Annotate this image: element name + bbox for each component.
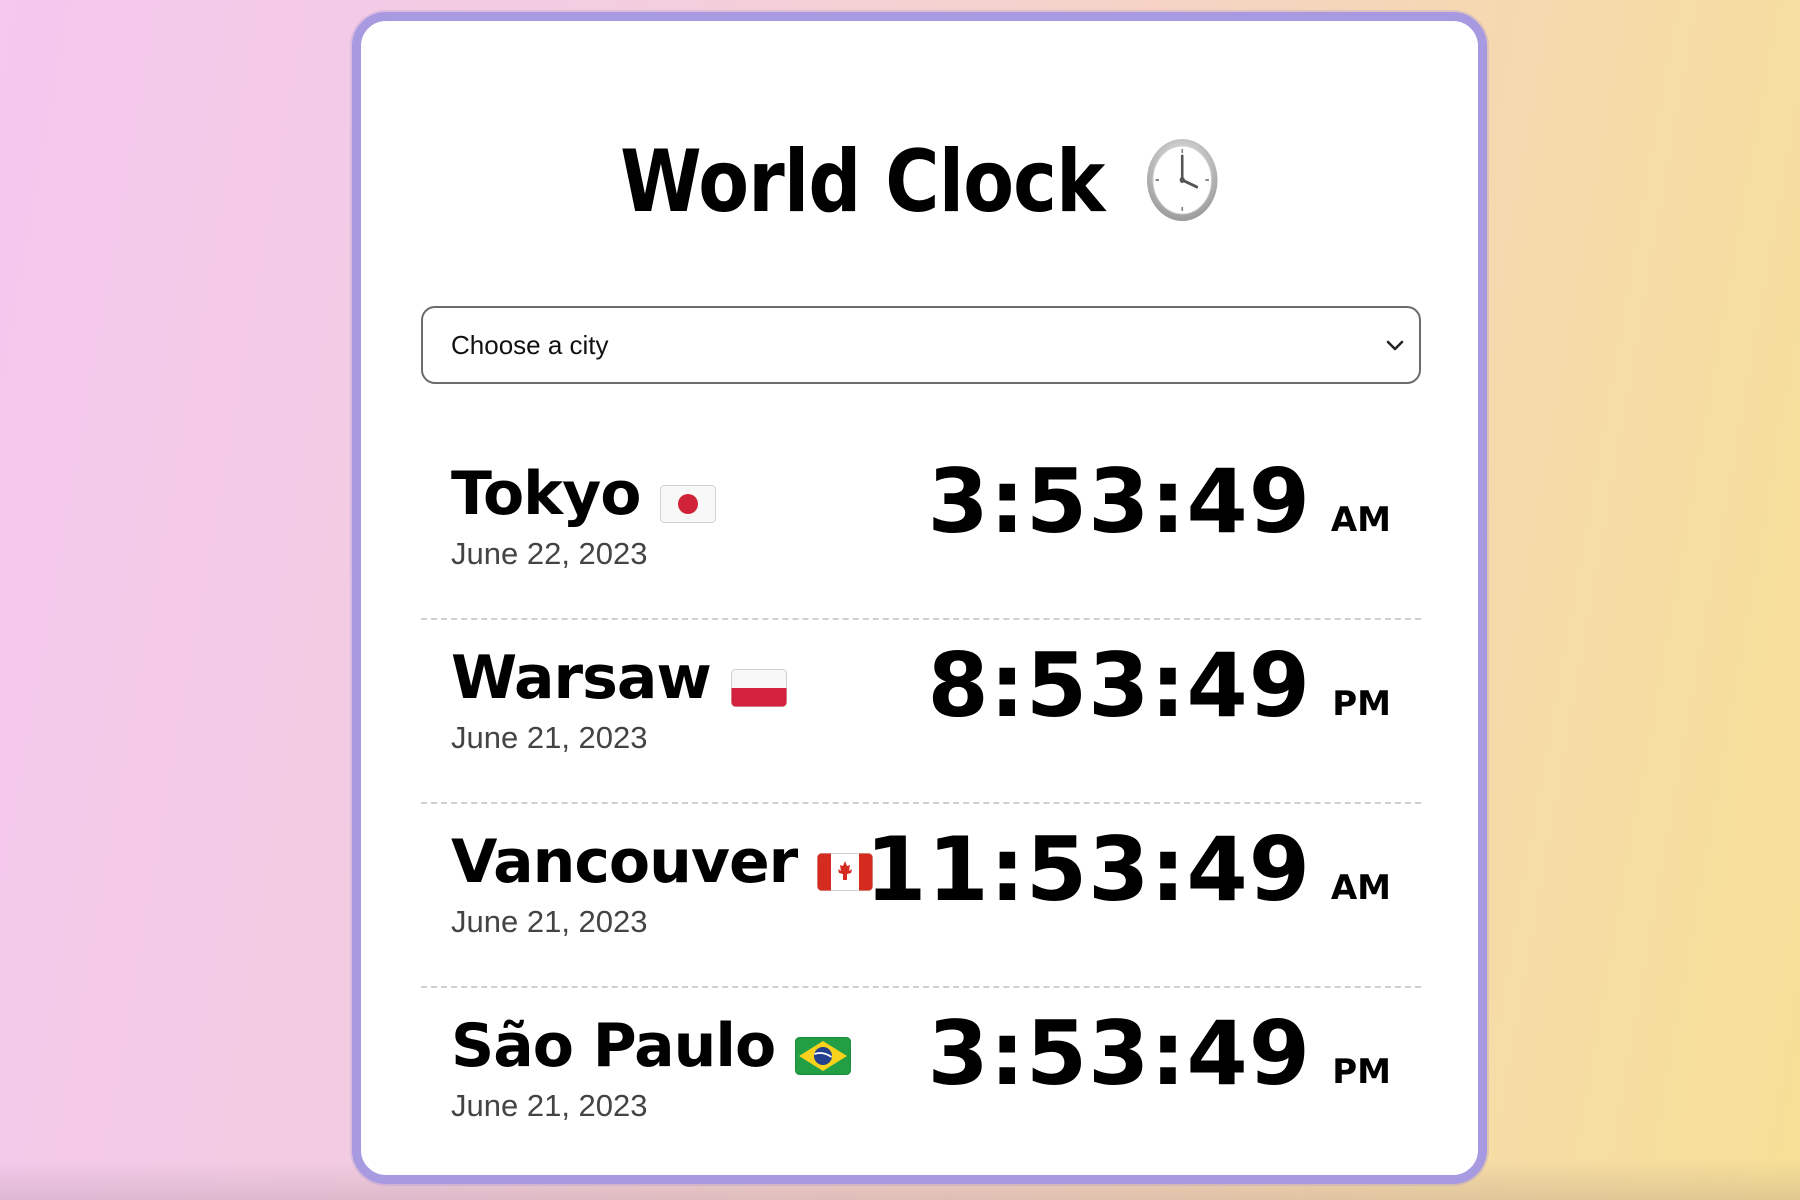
city-row-sao-paulo: São Paulo June 21, 2023 3:53:49 PM xyxy=(421,988,1421,1172)
city-time: 11:53:49 xyxy=(865,818,1311,921)
city-date: June 21, 2023 xyxy=(451,720,648,755)
clock-icon xyxy=(1145,137,1219,223)
city-date: June 21, 2023 xyxy=(451,1088,648,1123)
city-name-text: Warsaw xyxy=(451,643,712,713)
city-name: São Paulo xyxy=(451,1011,852,1081)
title-text: World Clock xyxy=(620,132,1105,232)
world-clock-card: World Clock Choose a city Tokyo June 22,… xyxy=(352,12,1487,1184)
city-select[interactable]: Choose a city xyxy=(421,306,1421,384)
city-name: Warsaw xyxy=(451,648,787,708)
chevron-down-icon xyxy=(1385,338,1405,352)
page-title: World Clock xyxy=(439,137,1400,231)
city-select-label: Choose a city xyxy=(451,329,609,360)
city-name: Tokyo xyxy=(451,459,717,529)
city-ampm: PM xyxy=(1332,1052,1391,1092)
city-ampm: PM xyxy=(1332,684,1391,724)
city-date: June 21, 2023 xyxy=(451,904,648,939)
city-name-text: Vancouver xyxy=(451,827,798,897)
brazil-flag-icon xyxy=(795,1025,852,1075)
city-time: 3:53:49 xyxy=(927,1002,1311,1105)
city-ampm: AM xyxy=(1330,500,1391,540)
city-name-text: Tokyo xyxy=(451,459,641,529)
poland-flag-icon xyxy=(730,657,787,707)
city-row-tokyo: Tokyo June 22, 2023 3:53:49 AM xyxy=(421,436,1421,620)
city-name-text: São Paulo xyxy=(451,1011,776,1081)
city-row-vancouver: Vancouver June 21, 2023 11:53:49 AM xyxy=(421,804,1421,988)
city-ampm: AM xyxy=(1330,868,1391,908)
japan-flag-icon xyxy=(660,473,717,523)
city-row-warsaw: Warsaw June 21, 2023 8:53:49 PM xyxy=(421,620,1421,804)
city-time: 8:53:49 xyxy=(927,634,1311,737)
city-name: Vancouver xyxy=(451,827,874,897)
city-date: June 22, 2023 xyxy=(451,536,648,571)
city-time: 3:53:49 xyxy=(927,450,1311,553)
